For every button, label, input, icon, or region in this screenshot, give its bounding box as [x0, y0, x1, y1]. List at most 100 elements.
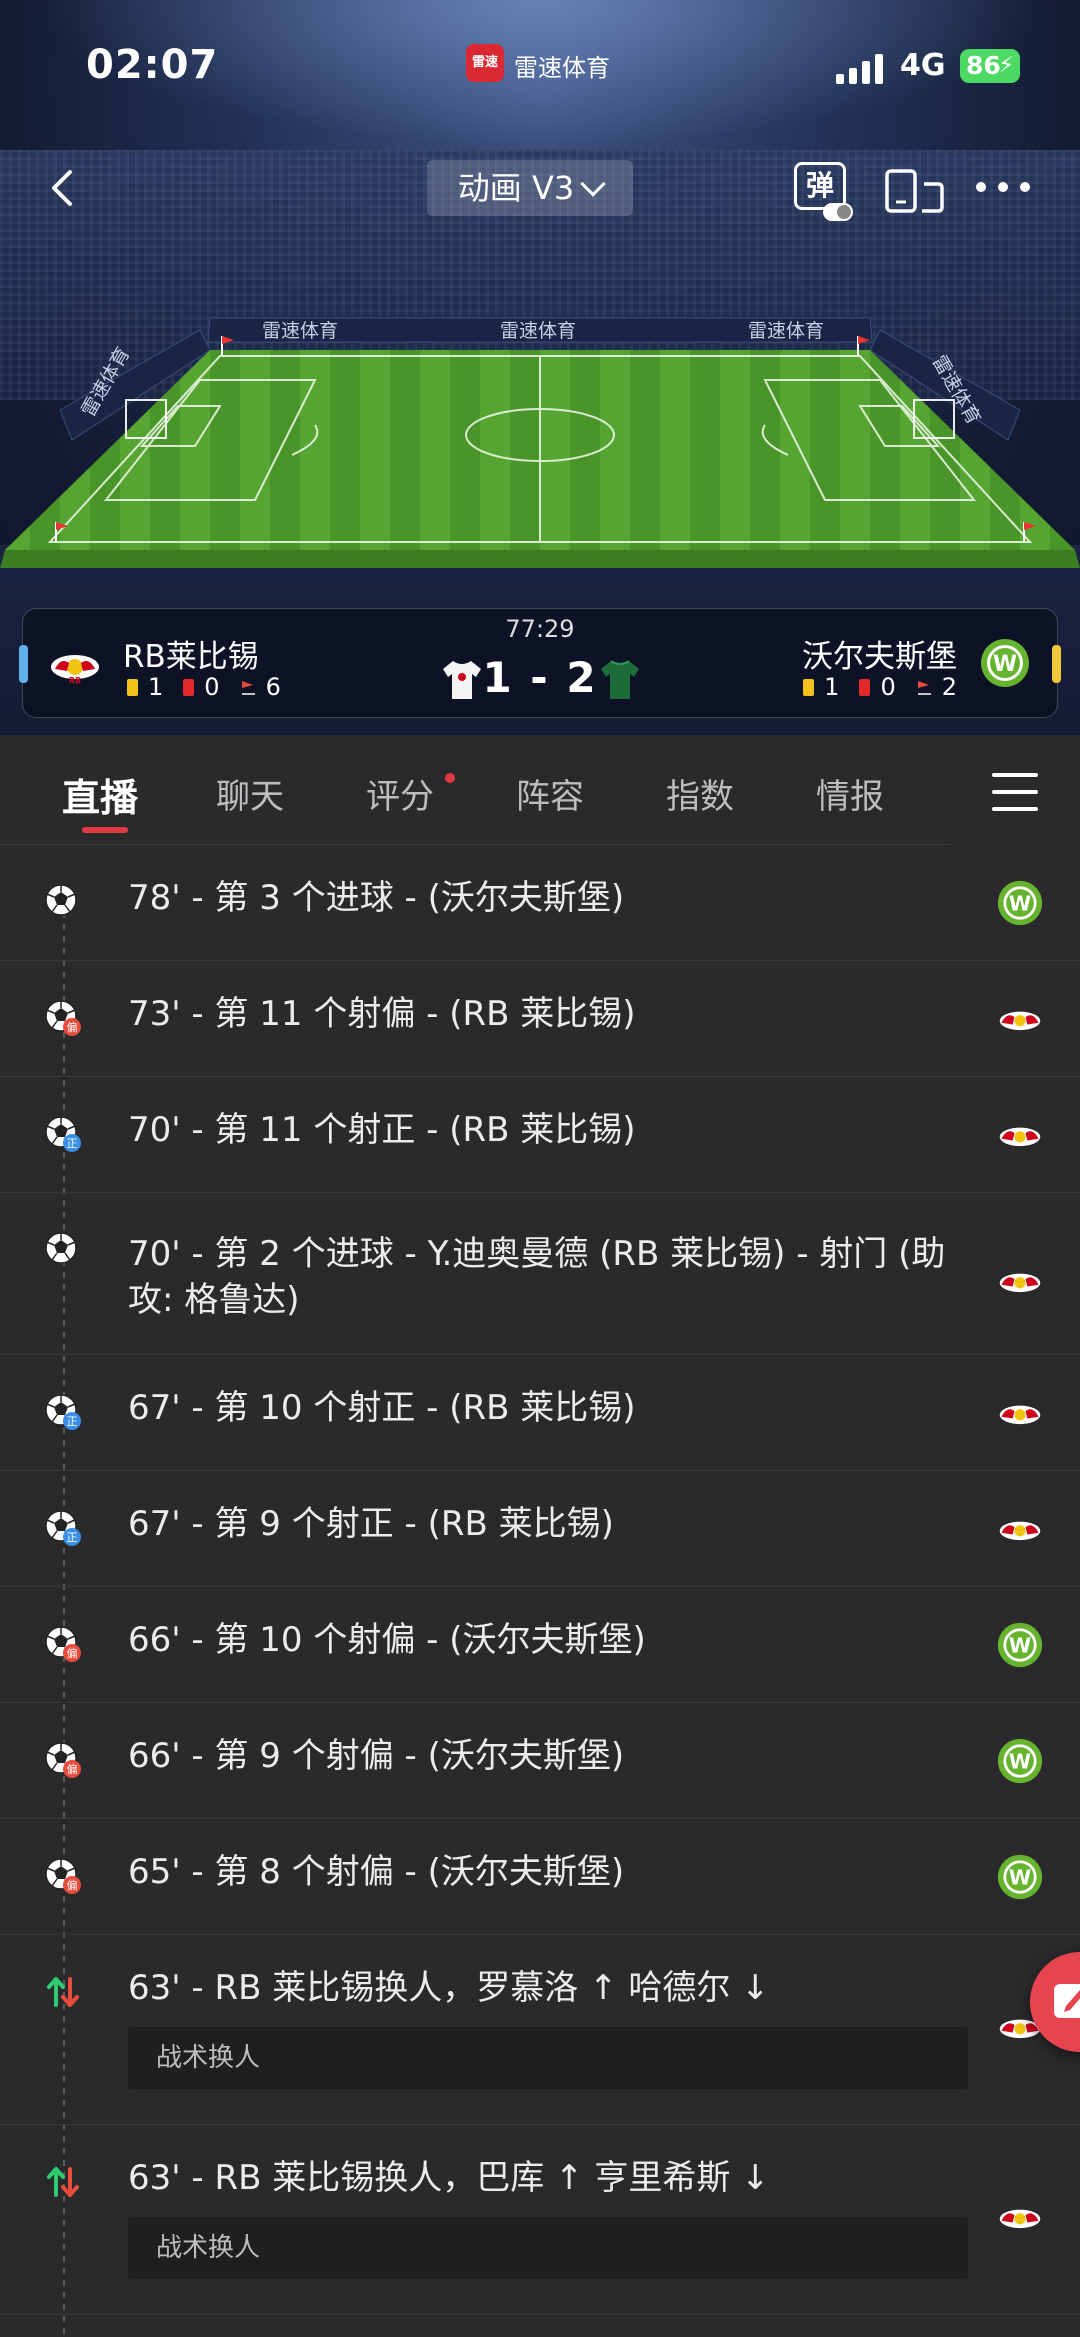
back-icon[interactable] [44, 168, 84, 208]
shot-on-target-icon: 正 [44, 1115, 82, 1153]
live-event-list: 78' - 第 3 个进球 - (沃尔夫斯堡) W 偏 73' - 第 11 个射偏 … [0, 845, 1080, 2315]
app-logo-icon: 雷速 [466, 44, 504, 82]
tab-intel[interactable]: 情报 [816, 769, 884, 818]
wolfsburg-logo-icon[interactable]: W [979, 637, 1031, 689]
rb-leipzig-logo-icon [996, 1389, 1044, 1437]
danmu-toggle-button[interactable]: 弹 [794, 162, 853, 221]
more-icon[interactable] [976, 182, 1032, 194]
network-type: 4G [900, 48, 946, 83]
ad-board-text: 雷速体育 [500, 320, 576, 342]
svg-text:正: 正 [67, 1415, 78, 1428]
event-subtitle: 战术换人 [128, 2027, 968, 2089]
red-card-icon [859, 678, 871, 696]
rb-leipzig-logo-icon [996, 2193, 1044, 2241]
shot-off-target-icon: 偏 [44, 1625, 82, 1663]
toggle-icon [823, 203, 853, 221]
svg-text:偏: 偏 [67, 1762, 78, 1776]
animation-version-label: 动画 V3 [457, 169, 575, 207]
wolfsburg-logo-icon: W [996, 1621, 1044, 1669]
event-subtitle: 战术换人 [128, 2217, 968, 2279]
event-row[interactable]: 63' - RB 莱比锡换人，罗慕洛 ↑ 哈德尔 ↓ 战术换人 [0, 1935, 1080, 2125]
shot-off-target-icon: 偏 [44, 1857, 82, 1895]
active-tab-indicator [82, 827, 128, 833]
tab-lineup[interactable]: 阵容 [516, 769, 584, 818]
rb-leipzig-logo-icon [996, 1257, 1044, 1305]
event-row[interactable]: 正 67' - 第 9 个射正 - (RB 莱比锡) [0, 1471, 1080, 1587]
away-yellow-count: 1 [824, 673, 840, 701]
event-text: 67' - 第 9 个射正 - (RB 莱比锡) [128, 1504, 614, 1544]
svg-text:偏: 偏 [67, 1878, 78, 1892]
danmu-label: 弹 [805, 169, 834, 202]
svg-text:正: 正 [67, 1137, 78, 1150]
wolfsburg-logo-icon: W [996, 1737, 1044, 1785]
tab-odds[interactable]: 指数 [666, 769, 734, 818]
tab-chat[interactable]: 聊天 [216, 769, 284, 818]
screen-rotate-icon[interactable] [884, 168, 946, 214]
yellow-card-icon [803, 678, 815, 696]
shot-on-target-icon: 正 [44, 1509, 82, 1547]
app-name: 雷速体育 [514, 54, 610, 82]
status-time: 02:07 [86, 42, 219, 88]
away-red-count: 0 [880, 673, 896, 701]
animation-version-dropdown[interactable]: 动画 V3 [427, 160, 633, 216]
event-text: 73' - 第 11 个射偏 - (RB 莱比锡) [128, 994, 636, 1034]
event-text: 63' - RB 莱比锡换人，巴库 ↑ 亨里希斯 ↓ [128, 2158, 770, 2198]
away-team-stats: 1 0 2 [803, 673, 957, 701]
event-text: 65' - 第 8 个射偏 - (沃尔夫斯堡) [128, 1852, 625, 1892]
match-animation-header: 雷速体育 雷速体育 雷速体育 雷速体育 雷速体育 02:07 雷速 雷速体育 4… [0, 0, 1080, 735]
away-kit-icon [601, 660, 639, 699]
rb-leipzig-logo-icon [996, 1505, 1044, 1553]
svg-text:W: W [993, 652, 1017, 677]
event-row[interactable]: 70' - 第 2 个进球 - Y.迪奥曼德 (RB 莱比锡) - 射门 (助攻… [0, 1193, 1080, 1355]
menu-icon[interactable] [992, 773, 1038, 811]
notification-dot [445, 773, 455, 783]
svg-text:正: 正 [67, 1531, 78, 1544]
top-bar: 动画 V3 弹 [0, 150, 1080, 230]
event-row[interactable]: 63' - RB 莱比锡换人，巴库 ↑ 亨里希斯 ↓ 战术换人 [0, 2125, 1080, 2315]
svg-text:偏: 偏 [67, 1646, 78, 1660]
tab-rating[interactable]: 评分 [366, 769, 434, 818]
shot-on-target-icon: 正 [44, 1393, 82, 1431]
svg-text:W: W [1009, 1633, 1031, 1657]
rb-leipzig-logo-icon [996, 1111, 1044, 1159]
event-text: 70' - 第 2 个进球 - Y.迪奥曼德 (RB 莱比锡) - 射门 (助攻… [128, 1234, 946, 1320]
event-text: 66' - 第 9 个射偏 - (沃尔夫斯堡) [128, 1736, 625, 1776]
svg-text:偏: 偏 [67, 1020, 78, 1034]
event-row[interactable]: 偏 73' - 第 11 个射偏 - (RB 莱比锡) [0, 961, 1080, 1077]
event-row[interactable]: 偏 66' - 第 10 个射偏 - (沃尔夫斯堡) W [0, 1587, 1080, 1703]
tab-bar: 直播 聊天 评分 阵容 指数 情报 [0, 735, 1080, 845]
shot-off-target-icon: 偏 [44, 1741, 82, 1779]
event-text: 78' - 第 3 个进球 - (沃尔夫斯堡) [128, 878, 625, 918]
goal-icon [44, 1231, 82, 1269]
corner-flag-icon [917, 681, 931, 695]
battery-level: 86 [966, 51, 1001, 80]
away-team-name[interactable]: 沃尔夫斯堡 [802, 631, 957, 676]
away-corner-count: 2 [941, 673, 957, 701]
event-text: 67' - 第 10 个射正 - (RB 莱比锡) [128, 1388, 636, 1428]
status-bar: 02:07 雷速 雷速体育 4G 86 ⚡ [0, 0, 1080, 130]
svg-text:W: W [1009, 891, 1031, 915]
signal-icon [836, 52, 886, 84]
substitution-icon [44, 1973, 82, 2011]
event-row[interactable]: 正 67' - 第 10 个射正 - (RB 莱比锡) [0, 1355, 1080, 1471]
substitution-icon [44, 2163, 82, 2201]
svg-text:W: W [1009, 1749, 1031, 1773]
ad-board-text: 雷速体育 [748, 320, 824, 342]
football-pitch: 雷速体育 雷速体育 雷速体育 雷速体育 雷速体育 [0, 317, 1080, 568]
edit-icon [1054, 1984, 1080, 2018]
charging-icon: ⚡ [998, 53, 1014, 78]
wolfsburg-logo-icon: W [996, 879, 1044, 927]
event-text: 70' - 第 11 个射正 - (RB 莱比锡) [128, 1110, 636, 1150]
event-row[interactable]: 正 70' - 第 11 个射正 - (RB 莱比锡) [0, 1077, 1080, 1193]
goal-icon [44, 883, 82, 921]
event-row[interactable]: 偏 65' - 第 8 个射偏 - (沃尔夫斯堡) W [0, 1819, 1080, 1935]
event-text: 63' - RB 莱比锡换人，罗慕洛 ↑ 哈德尔 ↓ [128, 1968, 770, 2008]
event-row[interactable]: 78' - 第 3 个进球 - (沃尔夫斯堡) W [0, 845, 1080, 961]
ad-board-text: 雷速体育 [262, 320, 338, 342]
event-row[interactable]: 偏 66' - 第 9 个射偏 - (沃尔夫斯堡) W [0, 1703, 1080, 1819]
chevron-down-icon [580, 171, 606, 197]
scoreboard: RB RB莱比锡 1 0 6 77:29 1 - 2 沃尔夫斯堡 1 0 2 W [19, 608, 1061, 718]
tab-live[interactable]: 直播 [62, 767, 138, 822]
shot-off-target-icon: 偏 [44, 999, 82, 1037]
rb-leipzig-logo-icon [996, 995, 1044, 1043]
